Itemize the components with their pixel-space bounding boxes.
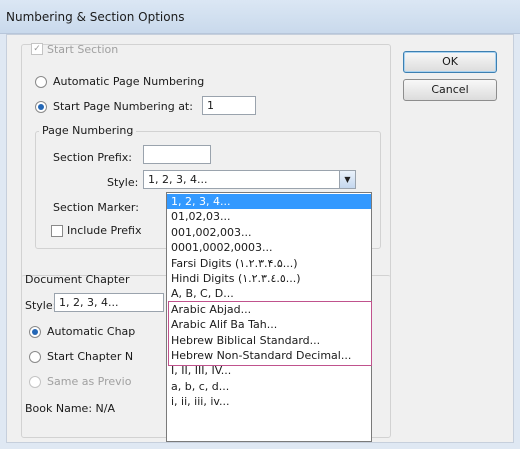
- section-marker-label: Section Marker:: [53, 201, 139, 214]
- title-bar: Numbering & Section Options: [0, 0, 520, 34]
- include-prefix-label: Include Prefix: [67, 224, 142, 237]
- chevron-down-icon[interactable]: ▼: [339, 171, 355, 188]
- section-prefix-label: Section Prefix:: [53, 151, 132, 164]
- same-as-previous-radio[interactable]: [29, 376, 41, 388]
- section-prefix-input[interactable]: [143, 145, 211, 164]
- style-option[interactable]: a, b, c, d...: [167, 379, 371, 394]
- start-section-checkbox[interactable]: ✓: [31, 43, 43, 55]
- start-page-numbering-label: Start Page Numbering at:: [53, 100, 193, 113]
- include-prefix-checkbox[interactable]: [51, 225, 63, 237]
- page-style-select-value: 1, 2, 3, 4...: [148, 173, 208, 186]
- style-option[interactable]: Farsi Digits (١.٢.٣.۴.۵...): [167, 256, 371, 271]
- ok-button[interactable]: OK: [403, 51, 497, 73]
- start-page-number-input[interactable]: 1: [202, 96, 256, 115]
- document-chapter-group-label: Document Chapter: [25, 273, 130, 286]
- style-option[interactable]: 001,002,003...: [167, 225, 371, 240]
- style-option[interactable]: 01,02,03...: [167, 209, 371, 224]
- book-name: Book Name: N/A: [25, 402, 115, 415]
- start-section-label: Start Section: [47, 43, 119, 56]
- automatic-page-numbering-label: Automatic Page Numbering: [53, 75, 205, 88]
- page-style-select[interactable]: 1, 2, 3, 4... ▼: [143, 170, 356, 189]
- start-chapter-radio[interactable]: [29, 351, 41, 363]
- automatic-chapter-label: Automatic Chap: [47, 325, 136, 338]
- style-option[interactable]: Hindi Digits (١.٢.٣.٤.٥...): [167, 271, 371, 286]
- cancel-button[interactable]: Cancel: [403, 79, 497, 101]
- style-option[interactable]: i, ii, iii, iv...: [167, 394, 371, 409]
- same-as-previous-label: Same as Previo: [47, 375, 132, 388]
- automatic-chapter-radio[interactable]: [29, 326, 41, 338]
- automatic-page-numbering-radio[interactable]: [35, 76, 47, 88]
- start-page-numbering-radio[interactable]: [35, 101, 47, 113]
- style-option[interactable]: 1, 2, 3, 4...: [167, 194, 371, 209]
- page-style-label: Style:: [107, 176, 139, 189]
- style-option[interactable]: A, B, C, D...: [167, 286, 371, 301]
- window-title: Numbering & Section Options: [6, 10, 185, 24]
- highlight-box: [168, 301, 372, 366]
- chapter-style-label: Style:: [25, 299, 57, 312]
- chapter-style-select[interactable]: 1, 2, 3, 4...: [54, 293, 164, 312]
- page-numbering-group-label: Page Numbering: [39, 124, 137, 137]
- start-chapter-label: Start Chapter N: [47, 350, 134, 363]
- style-option[interactable]: 0001,0002,0003...: [167, 240, 371, 255]
